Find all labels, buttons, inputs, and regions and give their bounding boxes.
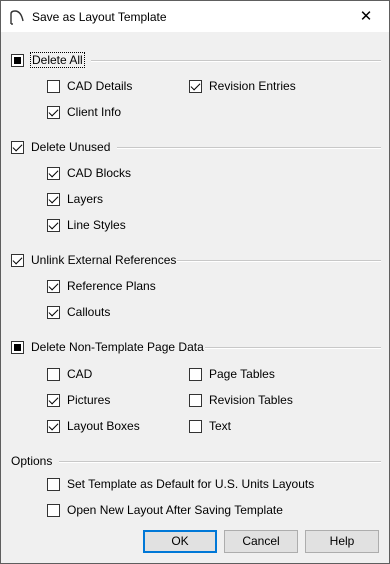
window-title: Save as Layout Template bbox=[32, 10, 167, 24]
open-new-layout-box[interactable] bbox=[47, 503, 60, 517]
line-styles-checkbox[interactable]: Line Styles bbox=[47, 216, 126, 234]
client-info-label: Client Info bbox=[67, 105, 122, 119]
line-styles-box[interactable] bbox=[47, 218, 60, 232]
cad-blocks-checkbox[interactable]: CAD Blocks bbox=[47, 164, 131, 182]
reference-plans-box[interactable] bbox=[47, 279, 60, 293]
close-button[interactable]: ✕ bbox=[343, 1, 389, 32]
text-checkbox[interactable]: Text bbox=[189, 417, 231, 435]
layout-boxes-checkbox[interactable]: Layout Boxes bbox=[47, 417, 140, 435]
unlink-external-references-box[interactable] bbox=[11, 253, 24, 267]
open-new-layout-label: Open New Layout After Saving Template bbox=[67, 503, 283, 517]
options-divider bbox=[59, 461, 381, 463]
cad-details-label: CAD Details bbox=[67, 79, 133, 93]
cad-box[interactable] bbox=[47, 367, 60, 381]
page-tables-checkbox[interactable]: Page Tables bbox=[189, 365, 275, 383]
revision-entries-box[interactable] bbox=[189, 79, 202, 93]
cad-checkbox[interactable]: CAD bbox=[47, 365, 92, 383]
layers-box[interactable] bbox=[47, 192, 60, 206]
delete-all-box[interactable] bbox=[11, 53, 24, 67]
delete-all-label: Delete All bbox=[30, 52, 85, 68]
line-styles-label: Line Styles bbox=[67, 218, 126, 232]
cad-label: CAD bbox=[67, 367, 93, 381]
page-tables-box[interactable] bbox=[189, 367, 202, 381]
pictures-label: Pictures bbox=[67, 393, 111, 407]
delete-unused-checkbox[interactable]: Delete Unused bbox=[11, 138, 110, 156]
delete-unused-divider bbox=[117, 147, 381, 149]
cad-details-checkbox[interactable]: CAD Details bbox=[47, 77, 132, 95]
options-group-label: Options bbox=[11, 454, 53, 468]
set-default-template-label: Set Template as Default for U.S. Units L… bbox=[67, 477, 315, 491]
unlink-external-references-checkbox[interactable]: Unlink External References bbox=[11, 251, 176, 269]
pictures-box[interactable] bbox=[47, 393, 60, 407]
cad-blocks-label: CAD Blocks bbox=[67, 166, 132, 180]
client-info-checkbox[interactable]: Client Info bbox=[47, 103, 121, 121]
text-label: Text bbox=[209, 419, 232, 433]
delete-all-checkbox[interactable]: Delete All bbox=[11, 51, 85, 69]
help-button[interactable]: Help bbox=[305, 530, 379, 553]
callouts-checkbox[interactable]: Callouts bbox=[47, 303, 110, 321]
callouts-label: Callouts bbox=[67, 305, 111, 319]
revision-tables-checkbox[interactable]: Revision Tables bbox=[189, 391, 293, 409]
app-icon bbox=[10, 10, 24, 25]
set-default-template-checkbox[interactable]: Set Template as Default for U.S. Units L… bbox=[47, 475, 314, 493]
layers-label: Layers bbox=[67, 192, 104, 206]
revision-tables-box[interactable] bbox=[189, 393, 202, 407]
revision-entries-checkbox[interactable]: Revision Entries bbox=[189, 77, 296, 95]
title-bar: Save as Layout Template ✕ bbox=[1, 1, 389, 32]
close-icon: ✕ bbox=[359, 8, 373, 25]
cancel-button[interactable]: Cancel bbox=[224, 530, 298, 553]
cad-blocks-box[interactable] bbox=[47, 166, 60, 180]
delete-non-template-page-data-label: Delete Non-Template Page Data bbox=[31, 340, 204, 354]
delete-unused-box[interactable] bbox=[11, 140, 24, 154]
reference-plans-label: Reference Plans bbox=[67, 279, 156, 293]
cad-details-box[interactable] bbox=[47, 79, 60, 93]
page-tables-label: Page Tables bbox=[209, 367, 275, 381]
client-info-box[interactable] bbox=[47, 105, 60, 119]
unlink-external-references-label: Unlink External References bbox=[31, 253, 177, 267]
delete-unused-label: Delete Unused bbox=[31, 140, 111, 154]
open-new-layout-checkbox[interactable]: Open New Layout After Saving Template bbox=[47, 501, 283, 519]
layout-boxes-label: Layout Boxes bbox=[67, 419, 140, 433]
ok-button[interactable]: OK bbox=[143, 530, 217, 553]
delete-non-template-page-data-box[interactable] bbox=[11, 340, 24, 354]
delete-non-template-page-data-checkbox[interactable]: Delete Non-Template Page Data bbox=[11, 338, 204, 356]
revision-entries-label: Revision Entries bbox=[209, 79, 296, 93]
set-default-template-box[interactable] bbox=[47, 477, 60, 491]
revision-tables-label: Revision Tables bbox=[209, 393, 293, 407]
text-box[interactable] bbox=[189, 419, 202, 433]
layout-boxes-box[interactable] bbox=[47, 419, 60, 433]
reference-plans-checkbox[interactable]: Reference Plans bbox=[47, 277, 156, 295]
pictures-checkbox[interactable]: Pictures bbox=[47, 391, 110, 409]
callouts-box[interactable] bbox=[47, 305, 60, 319]
delete-non-template-divider bbox=[205, 347, 381, 349]
save-as-layout-template-dialog: Save as Layout Template ✕ Delete All CAD… bbox=[0, 0, 390, 564]
delete-all-divider bbox=[91, 60, 381, 62]
unlink-external-divider bbox=[177, 260, 381, 262]
layers-checkbox[interactable]: Layers bbox=[47, 190, 103, 208]
